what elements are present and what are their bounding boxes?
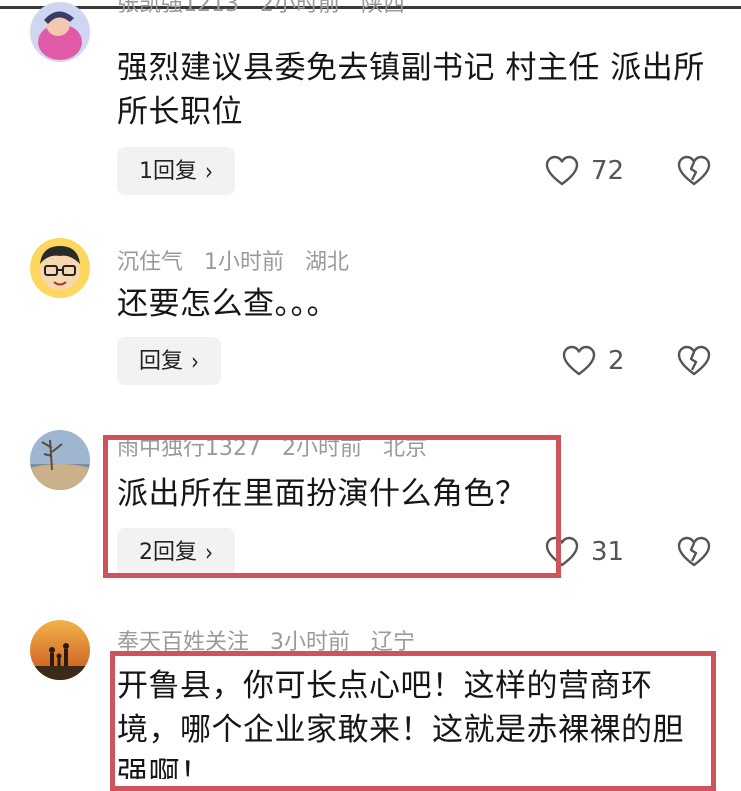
comment-username[interactable]: 沉住气: [117, 250, 183, 275]
glasses-face-avatar-icon[interactable]: [30, 238, 90, 298]
like-button[interactable]: 2: [562, 343, 625, 379]
reply-button[interactable]: 回复 ›: [117, 337, 222, 385]
reply-button[interactable]: 1回复 ›: [117, 147, 235, 195]
cartoon-avatar-icon[interactable]: [30, 2, 90, 62]
heart-outline-icon: [562, 345, 596, 376]
comment-text: 还要怎么查。。。: [117, 286, 338, 322]
comment-meta: 沉住气 1小时前 湖北: [117, 244, 363, 276]
comment-location: 陕西: [361, 0, 406, 17]
broken-heart-icon[interactable]: [677, 155, 711, 187]
like-count: 2: [608, 346, 625, 376]
broken-heart-icon[interactable]: [677, 345, 711, 377]
comment-item: 沉住气 1小时前 湖北 还要怎么查。。。 回复 › 2: [0, 230, 741, 400]
landscape-avatar-icon[interactable]: [30, 430, 90, 490]
comment-username[interactable]: 张凯强1213: [117, 0, 239, 17]
comment-item: 张凯强1213 2小时前 陕西 强烈建议县委免去镇副书记 村主任 派出所所长职位…: [0, 0, 741, 210]
highlight-box: [103, 435, 561, 578]
sunset-family-avatar-icon[interactable]: [30, 620, 90, 680]
comment-meta: 张凯强1213 2小时前 陕西: [117, 0, 419, 18]
comment-time: 1小时前: [204, 250, 285, 275]
meta-clip: 张凯强1213 2小时前 陕西: [117, 0, 517, 26]
reply-label: 1回复: [139, 159, 197, 184]
like-count: 72: [591, 156, 625, 186]
heart-outline-icon: [545, 155, 579, 186]
chevron-right-icon: ›: [191, 346, 200, 376]
highlight-box: [110, 651, 716, 791]
like-count: 31: [591, 537, 625, 567]
reply-label: 回复: [139, 349, 184, 374]
comment-location: 湖北: [305, 250, 350, 275]
comment-time: 2小时前: [260, 0, 340, 17]
chevron-right-icon: ›: [205, 156, 213, 186]
comment-text: 强烈建议县委免去镇副书记 村主任 派出所所长职位: [117, 50, 705, 130]
broken-heart-icon[interactable]: [677, 536, 711, 568]
like-button[interactable]: 72: [545, 153, 624, 189]
